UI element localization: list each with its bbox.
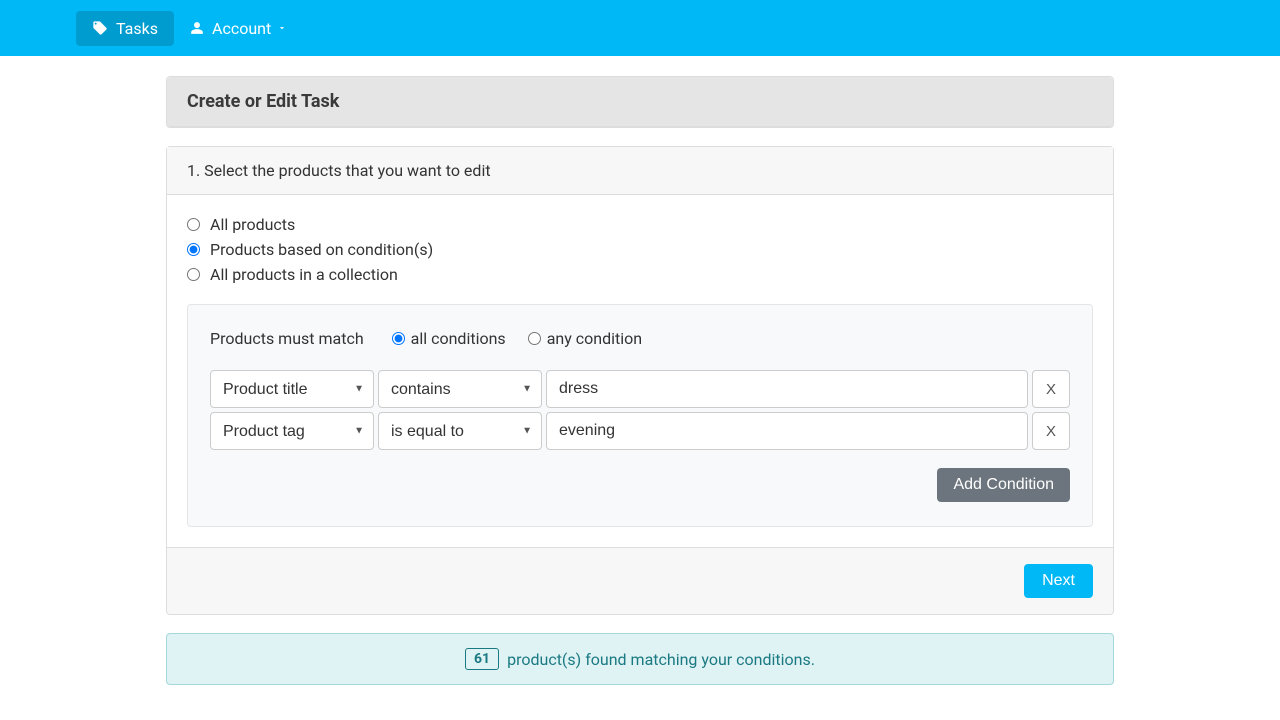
field-select-wrap: Product title ▼ [210, 370, 374, 408]
operator-select[interactable]: is equal to [378, 412, 542, 450]
value-input[interactable] [546, 412, 1028, 450]
field-select-wrap: Product tag ▼ [210, 412, 374, 450]
radio-conditions[interactable]: Products based on condition(s) [187, 240, 1093, 259]
radio-conditions-input[interactable] [187, 243, 200, 256]
operator-select-wrap: is equal to ▼ [378, 412, 542, 450]
radio-any-condition[interactable]: any condition [528, 329, 642, 348]
radio-collection-label: All products in a collection [210, 265, 398, 284]
main-container: Create or Edit Task 1. Select the produc… [166, 56, 1114, 705]
operator-select-wrap: contains ▼ [378, 370, 542, 408]
field-select[interactable]: Product tag [210, 412, 374, 450]
radio-all-products[interactable]: All products [187, 215, 1093, 234]
nav-account[interactable]: Account [174, 11, 303, 46]
radio-all-products-label: All products [210, 215, 295, 234]
next-button[interactable]: Next [1024, 564, 1093, 598]
radio-collection[interactable]: All products in a collection [187, 265, 1093, 284]
chevron-down-icon [277, 23, 287, 33]
add-condition-button[interactable]: Add Condition [937, 468, 1070, 502]
remove-condition-button[interactable]: X [1032, 370, 1070, 408]
card-title: Create or Edit Task [167, 77, 1113, 127]
navbar: Tasks Account [0, 0, 1280, 56]
operator-select[interactable]: contains [378, 370, 542, 408]
results-count-badge: 61 [465, 648, 499, 670]
results-text: product(s) found matching your condition… [507, 650, 815, 669]
conditions-box: Products must match all conditions any c… [187, 304, 1093, 527]
radio-collection-input[interactable] [187, 268, 200, 281]
nav-account-label: Account [212, 19, 271, 38]
step-card: 1. Select the products that you want to … [166, 146, 1114, 615]
value-input[interactable] [546, 370, 1028, 408]
radio-all-conditions-label: all conditions [411, 329, 506, 348]
condition-row: Product tag ▼ is equal to ▼ X [210, 412, 1070, 450]
step-footer: Next [167, 547, 1113, 614]
user-icon [190, 21, 204, 35]
match-row: Products must match all conditions any c… [210, 329, 1070, 348]
radio-any-condition-label: any condition [547, 329, 642, 348]
radio-any-condition-input[interactable] [528, 332, 541, 345]
radio-all-products-input[interactable] [187, 218, 200, 231]
step-title: 1. Select the products that you want to … [167, 147, 1113, 195]
nav-tasks[interactable]: Tasks [76, 11, 174, 46]
radio-all-conditions-input[interactable] [392, 332, 405, 345]
results-alert: 61 product(s) found matching your condit… [166, 633, 1114, 685]
radio-all-conditions[interactable]: all conditions [392, 329, 506, 348]
match-label: Products must match [210, 329, 364, 348]
condition-row: Product title ▼ contains ▼ X [210, 370, 1070, 408]
title-card: Create or Edit Task [166, 76, 1114, 128]
remove-condition-button[interactable]: X [1032, 412, 1070, 450]
nav-tasks-label: Tasks [116, 19, 158, 38]
tag-icon [92, 20, 108, 36]
field-select[interactable]: Product title [210, 370, 374, 408]
step-body: All products Products based on condition… [167, 195, 1113, 547]
add-condition-row: Add Condition [210, 468, 1070, 502]
radio-conditions-label: Products based on condition(s) [210, 240, 433, 259]
